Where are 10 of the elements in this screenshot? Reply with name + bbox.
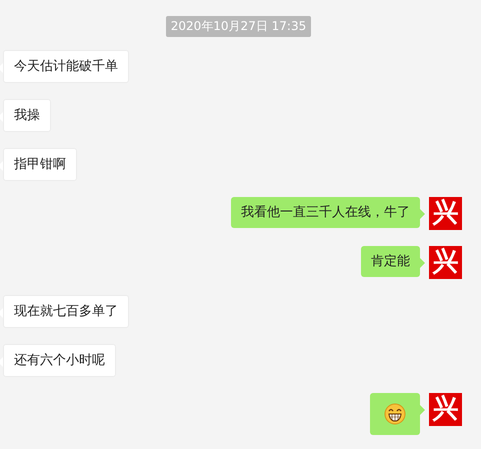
message-bubble: 今天估计能破千单	[3, 50, 129, 83]
avatar[interactable]: 兴	[429, 393, 462, 426]
message-bubble: 指甲钳啊	[3, 148, 77, 181]
message-bubble: 我操	[3, 99, 51, 132]
grin-emoji-icon	[384, 403, 406, 425]
avatar[interactable]: 兴	[429, 246, 462, 279]
message-bubble: 还有六个小时呢	[3, 344, 116, 377]
timestamp: 2020年10月27日 17:35	[166, 16, 312, 37]
avatar[interactable]: 兴	[429, 197, 462, 230]
message-bubble: 现在就七百多单了	[3, 295, 129, 328]
